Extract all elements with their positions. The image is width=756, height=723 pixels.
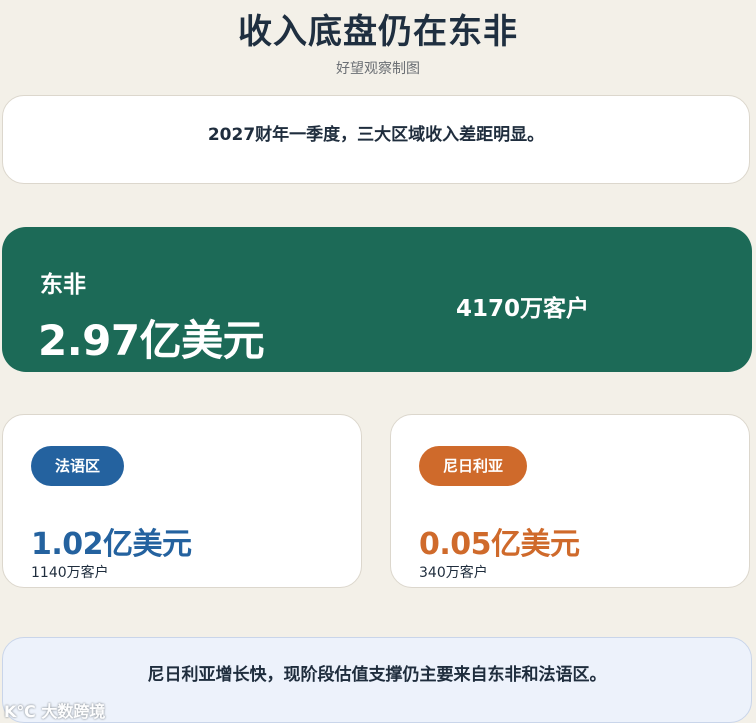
francophone-badge: 法语区 bbox=[31, 446, 125, 486]
nigeria-card: 尼日利亚 0.05亿美元 340万客户 bbox=[390, 414, 750, 588]
francophone-card: 法语区 1.02亿美元 1140万客户 bbox=[2, 414, 362, 588]
page-title: 收入底盘仍在东非 bbox=[238, 12, 518, 52]
east-africa-card: 东非 2.97亿美元 4170万客户 bbox=[2, 227, 752, 372]
conclusion-text: 尼日利亚增长快，现阶段估值支撑仍主要来自东非和法语区。 bbox=[147, 665, 607, 685]
intro-text: 2027财年一季度，三大区域收入差距明显。 bbox=[207, 125, 545, 145]
nigeria-revenue: 0.05亿美元 bbox=[419, 527, 580, 562]
francophone-customers: 1140万客户 bbox=[31, 565, 109, 581]
east-africa-customers: 4170万客户 bbox=[456, 296, 590, 322]
watermark-logo: K℃ 大数跨境 bbox=[4, 702, 106, 721]
east-africa-revenue: 2.97亿美元 bbox=[38, 316, 265, 365]
east-africa-name: 东非 bbox=[40, 272, 86, 298]
nigeria-customers: 340万客户 bbox=[419, 565, 488, 581]
conclusion-card: 尼日利亚增长快，现阶段估值支撑仍主要来自东非和法语区。 bbox=[2, 637, 752, 723]
francophone-revenue: 1.02亿美元 bbox=[31, 527, 192, 562]
nigeria-badge: 尼日利亚 bbox=[419, 446, 528, 486]
intro-card: 2027财年一季度，三大区域收入差距明显。 bbox=[2, 95, 750, 184]
page-subtitle: 好望观察制图 bbox=[336, 61, 420, 77]
